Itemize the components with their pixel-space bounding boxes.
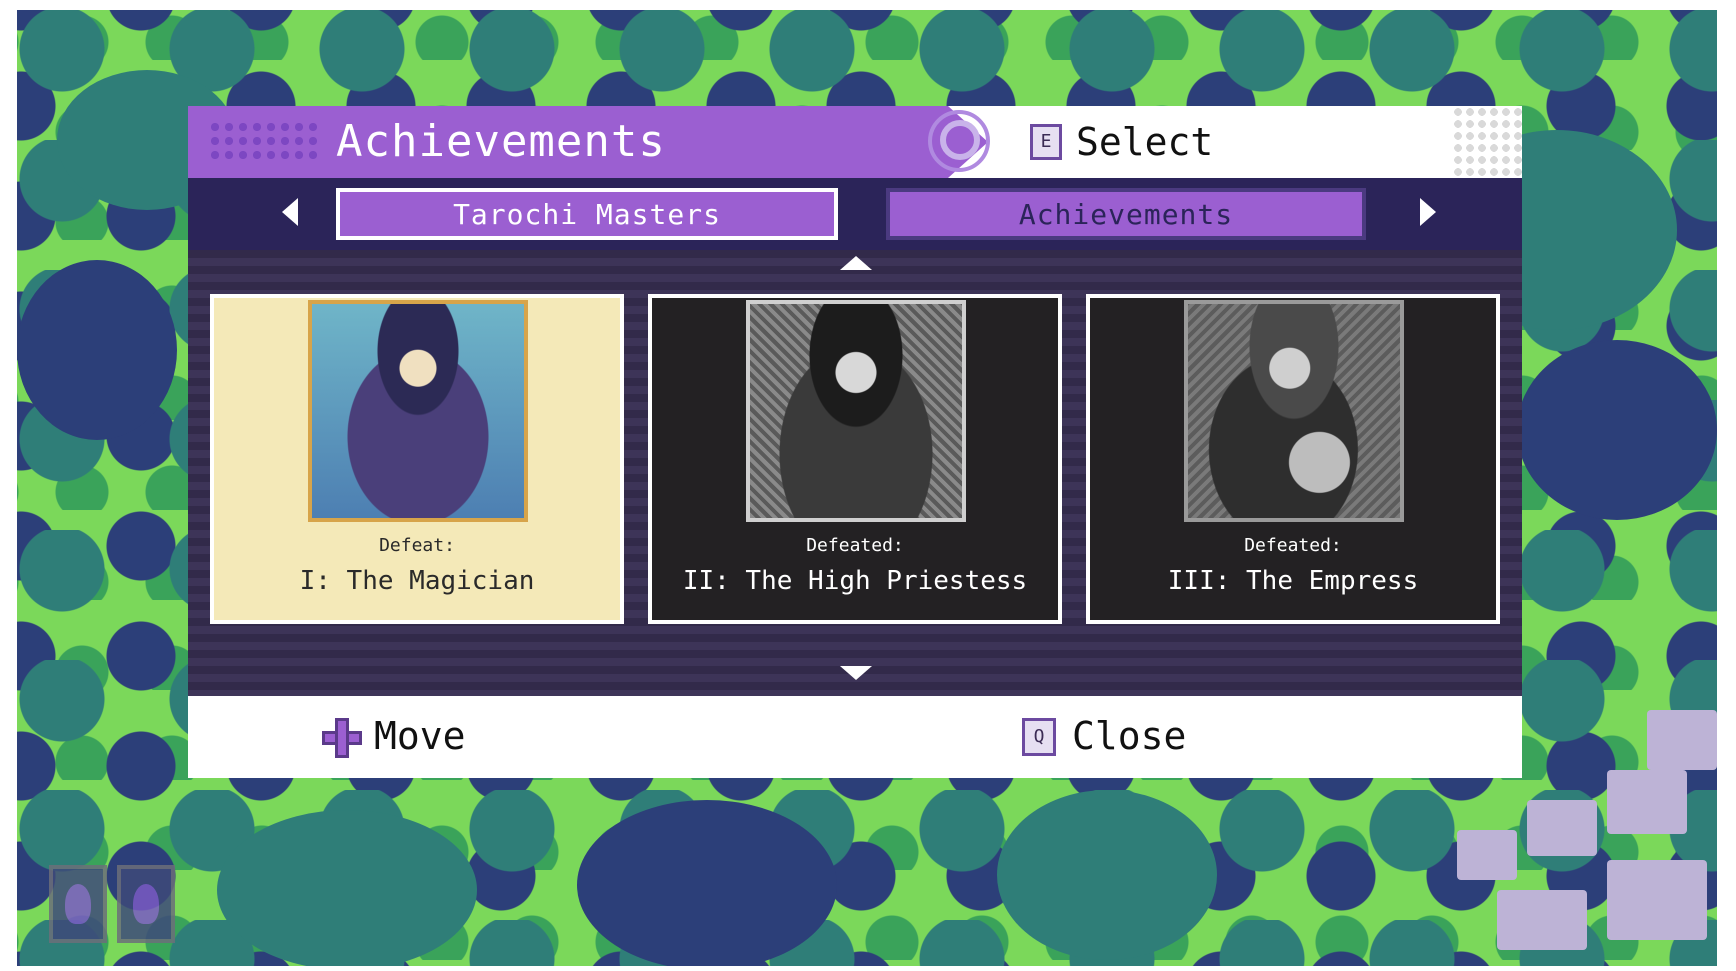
tree-cluster	[997, 790, 1217, 960]
achievements-panel: Achievements E Select Tarochi Masters Ac…	[188, 106, 1522, 778]
tree-cluster	[577, 800, 837, 966]
tab-achievements[interactable]: Achievements	[886, 188, 1366, 240]
tab-next-arrow-icon[interactable]	[1420, 198, 1436, 226]
dpad-icon	[322, 718, 362, 758]
tarot-card-art	[308, 300, 528, 522]
rock	[1497, 890, 1587, 950]
achievement-card-empress[interactable]: Defeated: III: The Empress	[1086, 294, 1500, 624]
e-key-icon: E	[1030, 124, 1062, 160]
party-slots	[49, 865, 175, 943]
party-card-icon[interactable]	[49, 865, 107, 943]
tab-prev-arrow-icon[interactable]	[282, 198, 298, 226]
card-status: Defeat:	[379, 535, 455, 556]
controls-footer: Move Q Close	[188, 696, 1522, 778]
achievement-card-magician[interactable]: Defeat: I: The Magician	[210, 294, 624, 624]
card-status: Defeated:	[1244, 535, 1342, 556]
tarot-card-art	[1184, 300, 1404, 522]
party-card-icon[interactable]	[117, 865, 175, 943]
header-banner: Achievements	[188, 106, 988, 178]
tree-cluster	[17, 260, 177, 440]
tree-cluster	[1517, 340, 1717, 520]
scroll-down-arrow-icon[interactable]	[840, 666, 872, 680]
rock	[1607, 860, 1707, 940]
card-name: II: The High Priestess	[682, 566, 1028, 596]
tarot-card-art	[746, 300, 966, 522]
scroll-up-arrow-icon[interactable]	[840, 256, 872, 270]
rock	[1607, 770, 1687, 834]
q-key-icon: Q	[1022, 718, 1056, 756]
tab-bar: Tarochi Masters Achievements	[188, 178, 1522, 250]
card-grid: Defeat: I: The Magician Defeated: II: Th…	[188, 250, 1522, 696]
page-title: Achievements	[336, 116, 666, 167]
ring-inner-icon	[940, 120, 980, 160]
move-hint: Move	[374, 714, 466, 758]
panel-header: Achievements E Select	[188, 106, 1522, 178]
rock	[1647, 710, 1717, 770]
select-hint[interactable]: Select	[1076, 116, 1213, 168]
tab-tarochi-masters[interactable]: Tarochi Masters	[336, 188, 838, 240]
rock	[1457, 830, 1517, 880]
close-button[interactable]: Close	[1072, 710, 1186, 762]
tree-cluster	[217, 810, 477, 966]
card-name: III: The Empress	[1167, 566, 1419, 596]
achievement-card-high-priestess[interactable]: Defeated: II: The High Priestess	[648, 294, 1062, 624]
card-status: Defeated:	[806, 535, 904, 556]
header-pattern	[208, 120, 318, 164]
header-pixel-decoration	[1452, 106, 1522, 178]
card-name: I: The Magician	[299, 566, 535, 596]
rock	[1527, 800, 1597, 856]
